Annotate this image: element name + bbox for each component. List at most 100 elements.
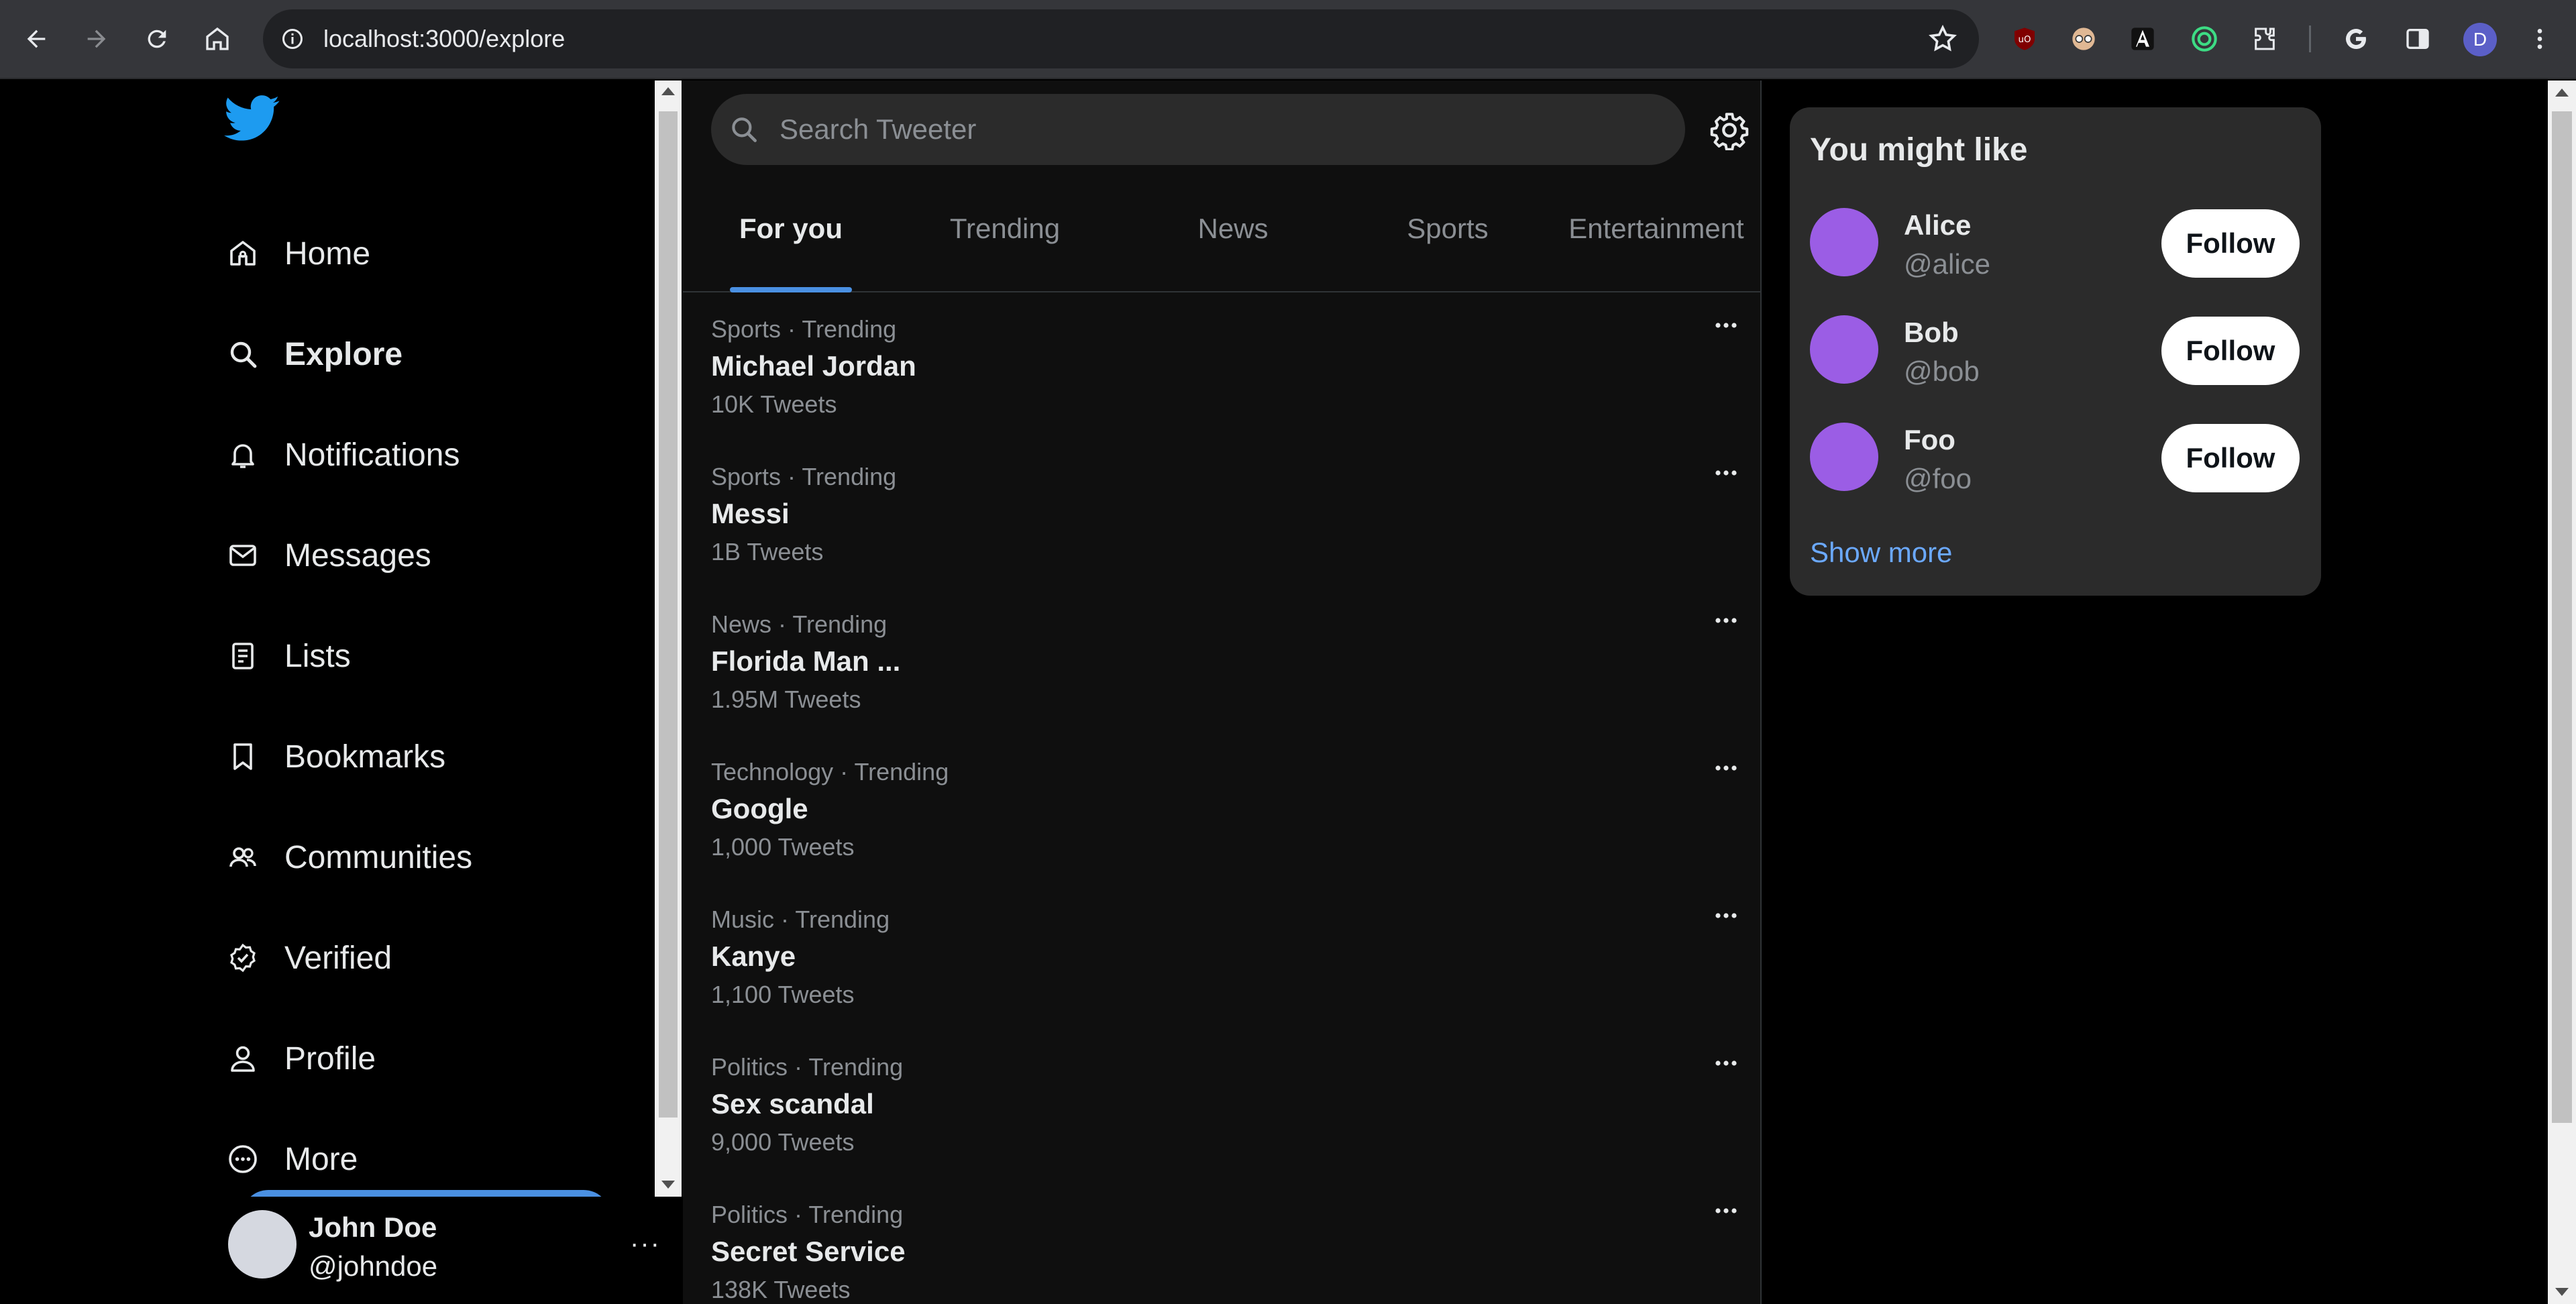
nav-home-label: Home xyxy=(284,235,371,272)
nav-lists[interactable]: Lists xyxy=(224,624,351,688)
trend-item[interactable]: News · Trending Florida Man ... 1.95M Tw… xyxy=(711,588,1744,735)
address-bar[interactable]: localhost:3000/explore xyxy=(263,9,1979,68)
tweet-button[interactable] xyxy=(241,1190,610,1197)
nav-bookmarks[interactable]: Bookmarks xyxy=(224,724,445,789)
more-options-icon[interactable] xyxy=(1709,751,1743,785)
show-more-link[interactable]: Show more xyxy=(1810,537,1952,569)
account-more-icon[interactable]: ··· xyxy=(629,1228,661,1260)
svg-text:uO: uO xyxy=(2019,35,2031,45)
scrollbar-thumb[interactable] xyxy=(659,111,678,1118)
url-text[interactable]: localhost:3000/explore xyxy=(323,24,565,54)
nav-explore[interactable]: Explore xyxy=(224,322,402,386)
kebab-menu-icon[interactable] xyxy=(2524,23,2556,55)
incognito-extension-icon[interactable] xyxy=(2068,23,2100,55)
suggested-user[interactable]: Bob @bob Follow xyxy=(1810,315,2306,389)
suggested-user[interactable]: Foo @foo Follow xyxy=(1810,423,2306,496)
page-scrollbar[interactable] xyxy=(2548,80,2576,1304)
back-icon[interactable] xyxy=(17,20,55,58)
scroll-up-arrow-icon[interactable] xyxy=(661,87,675,95)
nav-lists-label: Lists xyxy=(284,638,351,674)
nav-explore-label: Explore xyxy=(284,336,403,372)
tab-news[interactable]: News xyxy=(1139,165,1327,292)
bookmark-icon xyxy=(224,738,262,775)
active-tab-indicator xyxy=(730,287,852,292)
home-icon[interactable] xyxy=(199,20,236,58)
suggested-user-name: Alice xyxy=(1904,209,1972,241)
more-options-icon[interactable] xyxy=(1709,604,1743,637)
nav-verified-label: Verified xyxy=(284,940,392,976)
google-icon[interactable] xyxy=(2340,23,2372,55)
trend-count: 1,000 Tweets xyxy=(711,833,855,861)
nav-verified[interactable]: Verified xyxy=(224,926,392,990)
trend-item[interactable]: Sports · Trending Messi 1B Tweets xyxy=(711,440,1744,588)
target-extension-icon[interactable] xyxy=(2188,23,2220,55)
nav-profile[interactable]: Profile xyxy=(224,1026,376,1091)
site-info-icon[interactable] xyxy=(275,21,310,56)
nav-messages[interactable]: Messages xyxy=(224,523,431,588)
who-to-follow-card: You might like Alice @alice Follow Bob @… xyxy=(1790,107,2321,596)
trend-item[interactable]: Technology · Trending Google 1,000 Tweet… xyxy=(711,735,1744,883)
sidebar-scrollbar[interactable] xyxy=(655,80,682,1197)
scroll-down-arrow-icon[interactable] xyxy=(2555,1288,2569,1296)
trend-item[interactable]: Politics · Trending Secret Service 138K … xyxy=(711,1178,1744,1304)
forward-icon[interactable] xyxy=(78,20,115,58)
nav-communities[interactable]: Communities xyxy=(224,825,472,889)
side-panel-icon[interactable] xyxy=(2402,23,2434,55)
follow-button[interactable]: Follow xyxy=(2161,424,2300,492)
trend-topic: Messi xyxy=(711,498,790,529)
trend-category: Politics · Trending xyxy=(711,1201,904,1228)
more-options-icon[interactable] xyxy=(1709,309,1743,342)
explore-feed: Search Tweeter For you Trending News Spo… xyxy=(683,80,1762,1304)
suggested-user-name: Foo xyxy=(1904,424,1955,455)
trend-item[interactable]: Politics · Trending Sex scandal 9,000 Tw… xyxy=(711,1030,1744,1178)
tab-trending[interactable]: Trending xyxy=(924,165,1085,292)
suggested-user[interactable]: Alice @alice Follow xyxy=(1810,208,2306,282)
search-placeholder: Search Tweeter xyxy=(780,113,977,145)
reload-icon[interactable] xyxy=(138,20,176,58)
trend-category: Sports · Trending xyxy=(711,315,897,343)
trend-category: Music · Trending xyxy=(711,906,890,933)
nav-notifications[interactable]: Notifications xyxy=(224,423,460,487)
gear-icon[interactable] xyxy=(1709,110,1750,150)
ublock-icon[interactable]: uO xyxy=(2008,23,2041,55)
tab-sports[interactable]: Sports xyxy=(1354,165,1542,292)
extensions-puzzle-icon[interactable] xyxy=(2249,23,2281,55)
follow-button[interactable]: Follow xyxy=(2161,317,2300,385)
app-page: Home Explore Notifications Messages List… xyxy=(0,80,2576,1304)
tab-entertainment-label: Entertainment xyxy=(1568,213,1744,244)
profile-avatar[interactable]: D xyxy=(2463,23,2497,56)
trend-topic: Google xyxy=(711,793,808,824)
scroll-up-arrow-icon[interactable] xyxy=(2555,89,2569,97)
nav-profile-label: Profile xyxy=(284,1040,376,1077)
trend-count: 138K Tweets xyxy=(711,1276,851,1303)
nav-home[interactable]: Home xyxy=(224,221,370,286)
people-icon xyxy=(224,838,262,876)
more-options-icon[interactable] xyxy=(1709,899,1743,932)
more-options-icon[interactable] xyxy=(1709,1046,1743,1080)
trend-count: 1B Tweets xyxy=(711,538,824,565)
follow-button[interactable]: Follow xyxy=(2161,209,2300,278)
trend-category: Politics · Trending xyxy=(711,1053,904,1081)
twitter-bird-logo-icon[interactable] xyxy=(224,95,280,142)
trend-item[interactable]: Music · Trending Kanye 1,100 Tweets xyxy=(711,883,1744,1030)
suggested-user-handle: @bob xyxy=(1904,356,1980,387)
tab-for-you[interactable]: For you xyxy=(730,165,852,292)
scroll-down-arrow-icon[interactable] xyxy=(661,1181,675,1189)
account-switcher[interactable]: John Doe @johndoe ··· xyxy=(224,1205,667,1292)
tab-entertainment[interactable]: Entertainment xyxy=(1552,165,1760,292)
trend-category: Technology · Trending xyxy=(711,758,949,785)
home-icon xyxy=(224,235,262,272)
bell-icon xyxy=(224,436,262,474)
nav-more[interactable]: More xyxy=(224,1127,358,1191)
search-input[interactable]: Search Tweeter xyxy=(711,94,1685,165)
bookmark-star-icon[interactable] xyxy=(1927,23,1959,55)
trend-item[interactable]: Sports · Trending Michael Jordan 10K Twe… xyxy=(711,292,1744,440)
more-options-icon[interactable] xyxy=(1709,1194,1743,1228)
user-icon xyxy=(224,1040,262,1077)
search-icon xyxy=(732,117,757,142)
nav-messages-label: Messages xyxy=(284,537,431,574)
trend-count: 1.95M Tweets xyxy=(711,686,861,713)
a-extension-icon[interactable] xyxy=(2127,23,2159,55)
scrollbar-thumb[interactable] xyxy=(2552,111,2572,1123)
more-options-icon[interactable] xyxy=(1709,456,1743,490)
